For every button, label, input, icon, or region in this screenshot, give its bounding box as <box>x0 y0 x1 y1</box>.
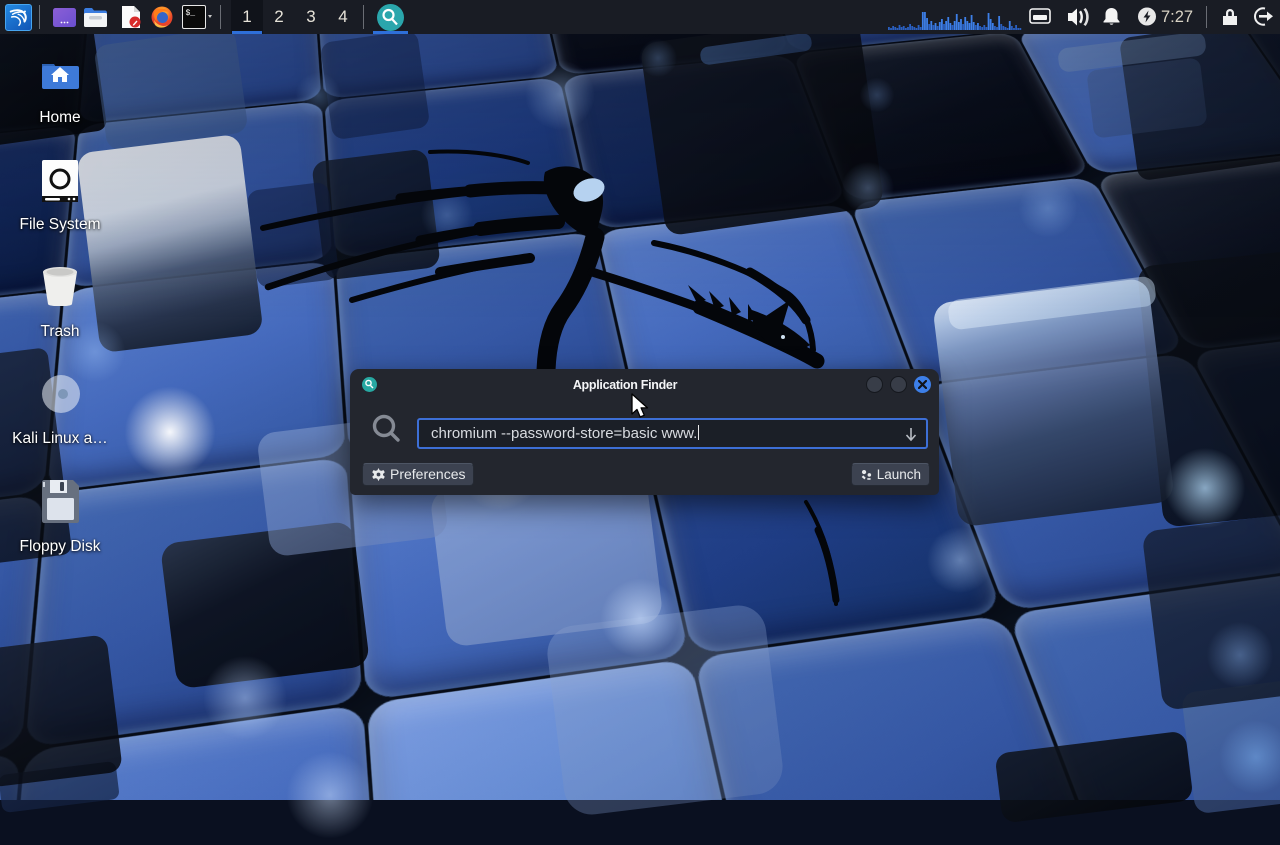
svg-text:$_: $_ <box>186 9 196 18</box>
svg-text:7:27: 7:27 <box>1161 8 1193 26</box>
